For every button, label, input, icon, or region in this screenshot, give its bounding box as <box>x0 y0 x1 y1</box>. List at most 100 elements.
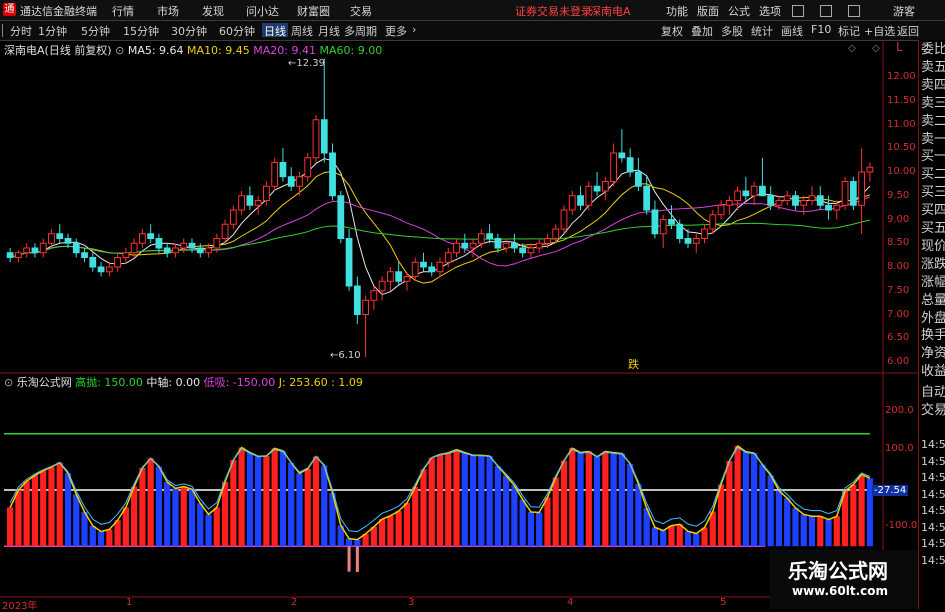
candle-body[interactable] <box>816 195 824 206</box>
restore-window-icon[interactable] <box>820 5 832 17</box>
candle-body[interactable] <box>717 204 725 216</box>
candle-body[interactable] <box>668 219 675 225</box>
period-5min[interactable]: 5分钟 <box>79 23 112 38</box>
candle-body[interactable] <box>436 261 444 273</box>
quote-label-0[interactable]: 委比 <box>921 41 945 59</box>
candle-body[interactable] <box>577 195 584 206</box>
period-multi[interactable]: 多周期 <box>342 23 379 38</box>
candle-body[interactable] <box>304 157 312 178</box>
candle-body[interactable] <box>196 247 204 254</box>
tool-f10[interactable]: F10 <box>809 23 833 37</box>
quote-label-18[interactable]: 收益 <box>921 363 945 381</box>
candle-body[interactable] <box>246 195 254 206</box>
candle-body[interactable] <box>635 171 642 187</box>
candle-body[interactable] <box>800 200 808 206</box>
candle-body[interactable] <box>296 176 303 187</box>
tool-draw[interactable]: 画线 <box>779 23 805 38</box>
candle-body[interactable] <box>271 162 279 187</box>
candle-body[interactable] <box>841 181 849 206</box>
candle-body[interactable] <box>477 233 485 244</box>
tool-overlay[interactable]: 叠加 <box>689 23 715 38</box>
candle-body[interactable] <box>64 238 72 244</box>
quote-label-11[interactable]: 现价 <box>921 238 945 256</box>
candle-body[interactable] <box>254 200 262 206</box>
candle-body[interactable] <box>601 181 609 192</box>
period-daily[interactable]: 日线 <box>262 23 288 38</box>
candle-body[interactable] <box>849 181 857 206</box>
candle-body[interactable] <box>287 176 295 187</box>
candle-body[interactable] <box>701 228 708 239</box>
maximize-window-icon[interactable] <box>848 5 860 17</box>
period-monthly[interactable]: 月线 <box>316 23 342 38</box>
candle-body[interactable] <box>692 238 700 244</box>
candle-body[interactable] <box>676 223 684 239</box>
tool-statistics[interactable]: 统计 <box>749 23 775 38</box>
quote-label-1[interactable]: 卖五 <box>921 59 945 77</box>
candle-body[interactable] <box>750 185 758 197</box>
candle-body[interactable] <box>858 171 865 206</box>
tool-add-watchlist[interactable]: +自选 <box>862 23 897 38</box>
candle-body[interactable] <box>353 285 361 315</box>
candle-body[interactable] <box>725 200 733 206</box>
candle-body[interactable] <box>6 252 14 258</box>
trade-label-1[interactable]: 交易 <box>921 402 945 420</box>
candle-body[interactable] <box>709 214 717 230</box>
candle-body[interactable] <box>444 252 452 263</box>
candle-body[interactable] <box>585 185 593 206</box>
more-chevron-icon[interactable]: › <box>410 23 418 37</box>
quote-label-6[interactable]: 买一 <box>921 148 945 166</box>
candle-body[interactable] <box>23 247 31 254</box>
candle-body[interactable] <box>411 261 419 277</box>
indicator-settings-icon[interactable]: ⊙ <box>4 376 13 389</box>
candle-body[interactable] <box>105 266 113 273</box>
candle-body[interactable] <box>147 233 155 239</box>
candle-body[interactable] <box>767 195 775 206</box>
candle-body[interactable] <box>783 195 791 201</box>
candle-body[interactable] <box>494 238 502 249</box>
candle-body[interactable] <box>229 209 237 225</box>
candle-body[interactable] <box>659 219 667 235</box>
candle-body[interactable] <box>89 257 97 268</box>
candle-body[interactable] <box>403 276 411 282</box>
candle-body[interactable] <box>759 185 766 197</box>
candle-body[interactable] <box>378 280 386 292</box>
candle-body[interactable] <box>48 233 55 244</box>
candle-body[interactable] <box>643 185 651 211</box>
candle-body[interactable] <box>39 242 47 254</box>
candle-body[interactable] <box>610 152 617 182</box>
menu-wealth[interactable]: 财富圈 <box>297 3 330 19</box>
candle-body[interactable] <box>172 247 179 254</box>
candle-body[interactable] <box>469 242 477 249</box>
tool-mark[interactable]: 标记 <box>836 23 862 38</box>
candle-body[interactable] <box>205 247 212 254</box>
candle-body[interactable] <box>279 162 287 178</box>
candle-body[interactable] <box>527 247 535 254</box>
quote-label-5[interactable]: 卖一 <box>921 131 945 149</box>
candle-body[interactable] <box>263 185 270 201</box>
candle-body[interactable] <box>560 209 568 230</box>
period-more[interactable]: 更多 <box>383 23 409 38</box>
menu-quotes[interactable]: 行情 <box>112 3 134 19</box>
period-weekly[interactable]: 周线 <box>289 23 315 38</box>
candle-body[interactable] <box>568 195 576 211</box>
candle-body[interactable] <box>180 242 188 249</box>
quote-label-17[interactable]: 净资 <box>921 345 945 363</box>
candle-body[interactable] <box>519 247 527 254</box>
candle-body[interactable] <box>320 119 328 154</box>
quote-label-9[interactable]: 买四 <box>921 202 945 220</box>
candle-body[interactable] <box>362 299 369 315</box>
candle-body[interactable] <box>337 195 345 239</box>
quote-label-12[interactable]: 涨跌 <box>921 256 945 274</box>
tool-multistock[interactable]: 多股 <box>719 23 745 38</box>
candle-body[interactable] <box>461 242 469 249</box>
trade-label-0[interactable]: 自动 <box>921 384 945 402</box>
quote-label-14[interactable]: 总量 <box>921 292 945 310</box>
tool-back[interactable]: 返回 <box>895 23 921 38</box>
tool-adjust[interactable]: 复权 <box>659 23 685 38</box>
candle-body[interactable] <box>370 290 378 301</box>
candle-body[interactable] <box>866 166 874 173</box>
quote-label-4[interactable]: 卖二 <box>921 113 945 131</box>
quote-label-2[interactable]: 卖四 <box>921 77 945 95</box>
candle-body[interactable] <box>626 157 634 173</box>
candle-body[interactable] <box>593 185 601 192</box>
